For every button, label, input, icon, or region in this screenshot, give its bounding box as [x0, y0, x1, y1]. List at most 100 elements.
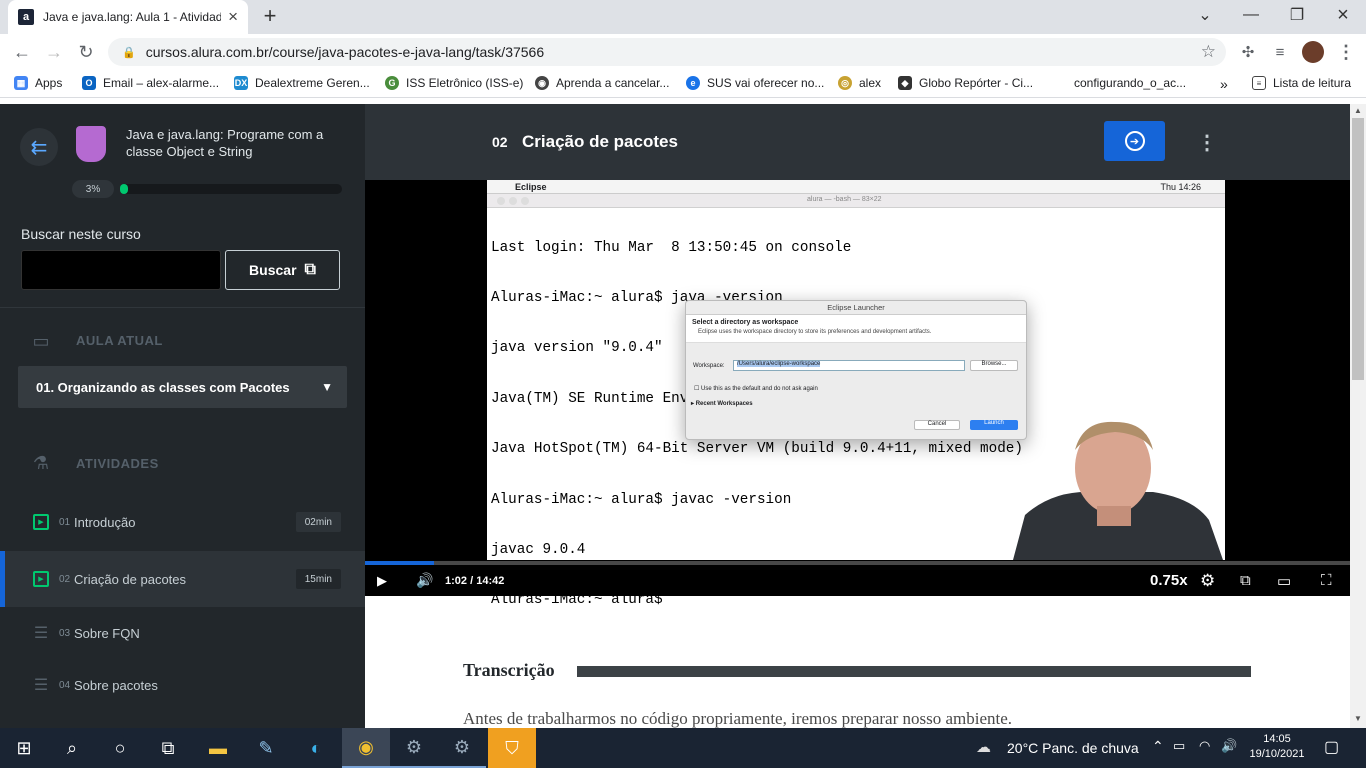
- alura-favicon-icon: a: [18, 9, 34, 25]
- close-tab-icon[interactable]: ×: [228, 7, 238, 27]
- bookmark-sus[interactable]: e SUS vai oferecer no...: [686, 76, 824, 90]
- bookmark-configurando[interactable]: configurando_o_ac...: [1074, 76, 1186, 90]
- file-explorer-icon[interactable]: ▬: [194, 728, 242, 768]
- activity-duration: 15min: [295, 569, 341, 589]
- cancel-button: Cancel: [914, 420, 960, 430]
- theater-mode-icon[interactable]: ▭: [1277, 565, 1291, 596]
- search-label: Buscar neste curso: [21, 226, 141, 242]
- current-time: 1:02: [445, 574, 468, 587]
- window-close-icon[interactable]: ×: [1320, 0, 1366, 30]
- video-player[interactable]: Eclipse Thu 14:26 alura — -bash — 83×22 …: [365, 180, 1350, 608]
- new-tab-button[interactable]: +: [258, 3, 282, 28]
- reload-icon[interactable]: ↻: [74, 40, 98, 64]
- url-text: cursos.alura.com.br/course/java-pacotes-…: [145, 44, 545, 60]
- picture-in-picture-icon[interactable]: ⧉: [1240, 565, 1251, 596]
- search-button[interactable]: Buscar ⧉: [225, 250, 340, 290]
- activity-item-active[interactable]: ▶ 02 Criação de pacotes 15min: [0, 551, 365, 607]
- external-link-icon: ⧉: [304, 261, 316, 278]
- bookmark-aprenda[interactable]: ◉ Aprenda a cancelar...: [535, 76, 669, 90]
- battery-icon[interactable]: ▭: [1173, 738, 1185, 754]
- total-duration: 14:42: [476, 574, 505, 587]
- settings-gear-icon[interactable]: ⚙: [1200, 565, 1215, 596]
- bookmark-globo[interactable]: ◆ Globo Repórter - Ci...: [898, 76, 1033, 90]
- bookmark-apps[interactable]: ▦ Apps: [14, 76, 62, 90]
- cortana-icon[interactable]: ○: [96, 728, 144, 768]
- mac-clock: Thu 14:26: [1160, 181, 1201, 192]
- globe-icon: ◉: [535, 76, 549, 90]
- lesson-title: Criação de pacotes: [522, 132, 678, 151]
- activity-item[interactable]: ☰ 03 Sobre FQN: [0, 607, 365, 659]
- chrome-menu-icon[interactable]: ⋮: [1334, 40, 1358, 64]
- bookmark-email[interactable]: O Email – alex-alarme...: [82, 76, 219, 90]
- activity-name: Sobre pacotes: [74, 677, 158, 693]
- tab-strip: a Java e java.lang: Aula 1 - Atividad × …: [0, 0, 1366, 34]
- activity-name: Sobre FQN: [74, 625, 140, 641]
- activity-duration: 02min: [295, 512, 341, 532]
- instructor-webcam: [1013, 421, 1223, 560]
- tab-search-icon[interactable]: ⌄: [1182, 0, 1228, 30]
- back-to-course-button[interactable]: ⇇: [20, 128, 58, 166]
- playback-speed[interactable]: 0.75x: [1150, 565, 1188, 596]
- activity-item[interactable]: ▶ 01 Introdução 02min: [0, 496, 365, 548]
- next-activity-button[interactable]: ➔: [1104, 121, 1165, 161]
- notepad-icon[interactable]: ✎: [242, 728, 290, 768]
- page-scrollbar[interactable]: ▲ ▼: [1350, 104, 1366, 728]
- scrollbar-thumb[interactable]: [1352, 118, 1364, 380]
- show-hidden-icons[interactable]: ⌃: [1152, 738, 1164, 755]
- weather-text[interactable]: 20°C Panc. de chuva: [1007, 740, 1139, 756]
- profile-avatar[interactable]: [1302, 41, 1324, 63]
- forward-arrow-icon[interactable]: →: [42, 40, 66, 64]
- default-checkbox-label: Use this as the default and do not ask a…: [701, 386, 818, 392]
- fullscreen-icon[interactable]: ⛶: [1321, 565, 1332, 596]
- media-queue-icon[interactable]: ≡: [1268, 40, 1292, 64]
- bookmark-alex[interactable]: ◎ alex: [838, 76, 881, 90]
- lesson-header: 02 Criação de pacotes ➔ ⋮: [365, 104, 1350, 180]
- eclipse-launcher-dialog: Eclipse Launcher Select a directory as w…: [685, 300, 1027, 440]
- scroll-down-icon[interactable]: ▼: [1354, 714, 1362, 723]
- dialog-title: Eclipse Launcher: [686, 301, 1026, 315]
- course-title: Java e java.lang: Programe com a classe …: [126, 127, 324, 159]
- bookmarks-bar: ▦ Apps O Email – alex-alarme... DX Dealextr…: [0, 70, 1366, 98]
- volume-icon[interactable]: 🔊: [416, 565, 433, 596]
- speaker-icon[interactable]: 🔊: [1221, 738, 1237, 754]
- bookmark-dealextreme[interactable]: DX Dealextreme Geren...: [234, 76, 370, 90]
- clock[interactable]: 14:05 19/10/2021: [1247, 732, 1307, 762]
- reading-list[interactable]: ≡ Lista de leitura: [1252, 76, 1351, 90]
- windows-start-icon[interactable]: ⊞: [0, 728, 48, 768]
- minimize-icon[interactable]: —: [1228, 0, 1274, 30]
- play-icon[interactable]: ▶: [377, 565, 387, 596]
- activity-item[interactable]: ☰ 04 Sobre pacotes: [0, 659, 365, 711]
- eclipse-icon[interactable]: ⚙: [438, 728, 486, 768]
- wifi-icon[interactable]: ◠: [1199, 738, 1210, 754]
- bookmark-star-icon[interactable]: ☆: [1201, 42, 1216, 62]
- lesson-dropdown[interactable]: 01. Organizando as classes com Pacotes ▼: [18, 366, 347, 408]
- search-icon[interactable]: ⌕: [48, 728, 96, 768]
- more-bookmarks-icon[interactable]: »: [1220, 76, 1228, 92]
- chrome-icon[interactable]: ◉: [342, 728, 390, 768]
- address-bar[interactable]: 🔒 cursos.alura.com.br/course/java-pacote…: [108, 38, 1226, 66]
- more-options-icon[interactable]: ⋮: [1197, 130, 1217, 155]
- windows-taskbar: ⊞ ⌕ ○ ⧉ ▬ ✎ ◐ ◉ ⚙ ⚙ ⛉ ☁ 20°C Panc. de ch…: [0, 728, 1366, 768]
- outlook-icon: O: [82, 76, 96, 90]
- course-search-input[interactable]: [21, 250, 221, 290]
- weather-icon: ☁: [976, 739, 991, 756]
- time-display: 1:02 / 14:42: [445, 565, 504, 596]
- scroll-up-icon[interactable]: ▲: [1354, 106, 1362, 115]
- restore-icon[interactable]: ❐: [1274, 0, 1320, 30]
- back-arrow-icon[interactable]: ←: [10, 40, 34, 64]
- recent-workspaces: Recent Workspaces: [695, 401, 753, 407]
- notification-icon[interactable]: ▢: [1324, 737, 1339, 757]
- launch-button: Launch: [970, 420, 1018, 430]
- course-progress-bar: [120, 184, 342, 194]
- activity-number: 01: [59, 516, 71, 528]
- shield-icon[interactable]: ⛉: [488, 728, 536, 768]
- edge-icon[interactable]: ◐: [292, 728, 340, 768]
- task-view-icon[interactable]: ⧉: [144, 728, 192, 768]
- time-separator: /: [470, 574, 474, 587]
- globo-icon: ◆: [898, 76, 912, 90]
- browser-tab[interactable]: a Java e java.lang: Aula 1 - Atividad ×: [8, 0, 248, 34]
- extensions-icon[interactable]: ✣: [1236, 40, 1260, 64]
- lesson-dropdown-label: 01. Organizando as classes com Pacotes: [36, 379, 290, 395]
- bookmark-iss[interactable]: G ISS Eletrônico (ISS-e): [385, 76, 523, 90]
- eclipse-icon[interactable]: ⚙: [390, 728, 438, 768]
